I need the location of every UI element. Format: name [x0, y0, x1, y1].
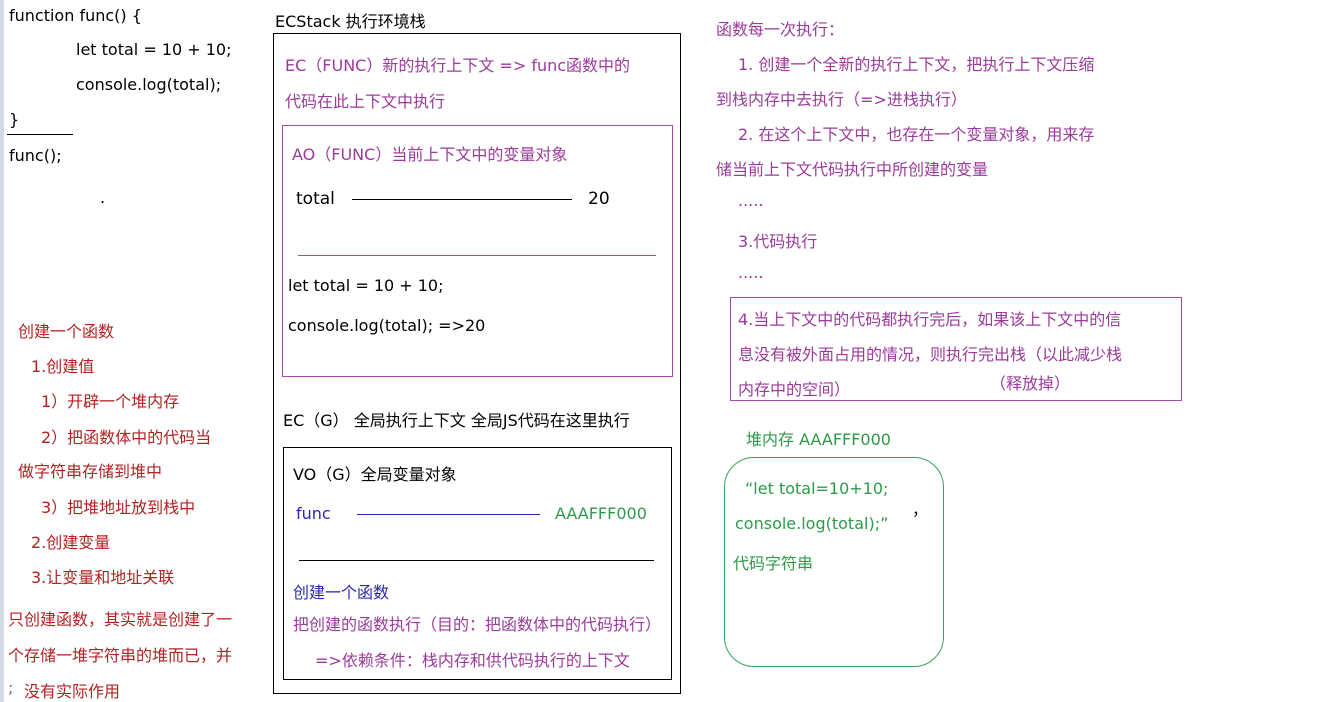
note-title: 创建一个函数	[18, 322, 115, 341]
notes-ellipsis: .....	[738, 263, 764, 282]
ao-link-line	[352, 199, 572, 200]
notes-line: 到栈内存中去执行（=>进栈执行）	[716, 90, 967, 109]
ao-value: 20	[588, 189, 610, 209]
notes-line: 1. 创建一个全新的执行上下文，把执行上下文压缩	[738, 55, 1095, 74]
code-line: }	[9, 110, 20, 129]
ao-code-line: console.log(total); =>20	[288, 316, 486, 335]
notes-title: 函数每一次执行：	[716, 20, 845, 39]
vo-variable: func	[296, 504, 331, 523]
summary-line: 个存储一堆字符串的堆而已，并	[8, 646, 233, 665]
notes-line: 储当前上下文代码执行中所创建的变量	[716, 160, 989, 179]
note-line: 2）把函数体中的代码当	[41, 428, 212, 447]
note-line: 2.创建变量	[31, 533, 111, 552]
vo-divider	[299, 560, 654, 561]
release-line: 4.当上下文中的代码都执行完后，如果该上下文中的信	[738, 310, 1122, 329]
heap-line: “let total=10+10;	[745, 479, 889, 498]
notes-line: 2. 在这个上下文中，也存在一个变量对象，用来存	[738, 125, 1095, 144]
notes-line: 3.代码执行	[738, 232, 818, 251]
vo-note: =>依赖条件：栈内存和供代码执行的上下文	[315, 651, 630, 670]
stray-dot: .	[100, 188, 106, 207]
code-divider	[7, 134, 73, 135]
code-line: func();	[9, 146, 62, 165]
heap-title: 堆内存 AAAFFF000	[746, 430, 891, 449]
vo-note: 把创建的函数执行（目的：把函数体中的代码执行）	[293, 615, 662, 634]
heap-line: console.log(total);”	[735, 514, 889, 533]
ec-g-title: EC（G） 全局执行上下文 全局JS代码在这里执行	[283, 411, 630, 430]
note-line: 1）开辟一个堆内存	[41, 392, 180, 411]
vo-link-line	[357, 514, 540, 515]
ecstack-title: ECStack 执行环境栈	[275, 12, 426, 31]
ec-func-title: EC（FUNC）新的执行上下文 => func函数中的	[285, 56, 631, 75]
note-line: 3.让变量和地址关联	[31, 568, 175, 587]
release-line: （释放掉）	[990, 374, 1071, 393]
note-line: 3）把堆地址放到栈中	[41, 498, 196, 517]
ao-code-line: let total = 10 + 10;	[288, 276, 444, 295]
code-line: console.log(total);	[76, 75, 222, 94]
vo-title: VO（G）全局变量对象	[293, 465, 457, 484]
summary-line: 没有实际作用	[24, 682, 121, 701]
release-line: 内存中的空间）	[738, 380, 851, 399]
heap-mark: ，	[912, 500, 929, 519]
release-line: 息没有被外面占用的情况，则执行完出栈（以此减少栈	[738, 345, 1123, 364]
vo-note: 创建一个函数	[293, 583, 390, 602]
heap-line: 代码字符串	[733, 554, 814, 573]
vo-value: AAAFFF000	[555, 504, 647, 523]
code-line: function func() {	[9, 6, 142, 25]
ec-func-subtitle: 代码在此上下文中执行	[285, 92, 446, 111]
ao-variable: total	[296, 189, 335, 209]
notes-ellipsis: .....	[738, 191, 764, 210]
ao-divider	[298, 255, 656, 256]
code-line: let total = 10 + 10;	[76, 40, 232, 59]
left-edge-bar	[0, 0, 4, 702]
note-line: 1.创建值	[31, 357, 95, 376]
summary-line: 只创建函数，其实就是创建了一	[8, 610, 233, 629]
ao-title: AO（FUNC）当前上下文中的变量对象	[292, 145, 568, 164]
summary-mark: ;	[8, 678, 14, 697]
note-line: 做字符串存储到堆中	[18, 462, 163, 481]
